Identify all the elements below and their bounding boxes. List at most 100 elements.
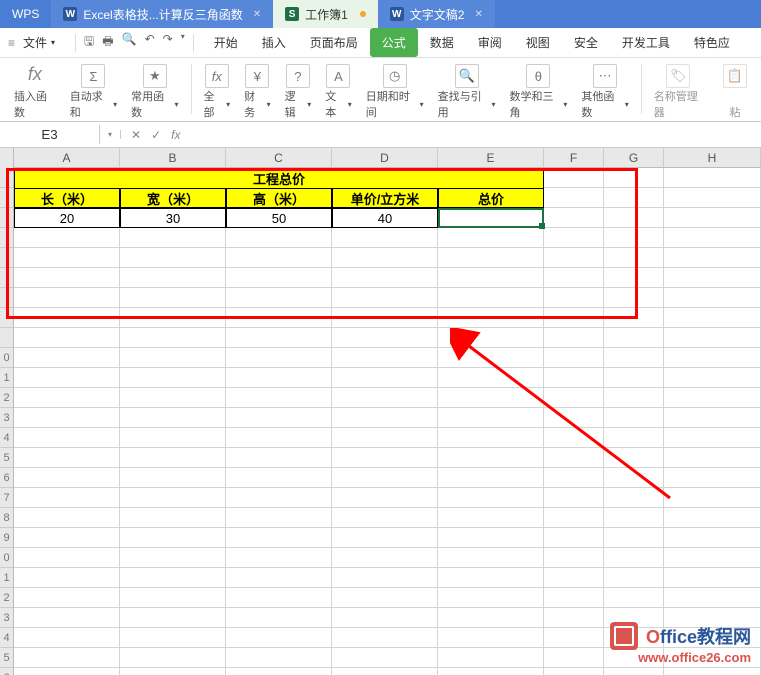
- cell[interactable]: [544, 468, 604, 488]
- cell[interactable]: [604, 508, 664, 528]
- cell[interactable]: [438, 528, 544, 548]
- cell[interactable]: [664, 488, 761, 508]
- menu-grid-icon[interactable]: ≡: [8, 36, 15, 50]
- cell[interactable]: [120, 328, 226, 348]
- cell[interactable]: [14, 568, 120, 588]
- cell[interactable]: [120, 568, 226, 588]
- cell[interactable]: [664, 588, 761, 608]
- cell[interactable]: [14, 348, 120, 368]
- cell[interactable]: [14, 528, 120, 548]
- cell[interactable]: [14, 248, 120, 268]
- cell[interactable]: [544, 648, 604, 668]
- cell[interactable]: [120, 248, 226, 268]
- cell[interactable]: [226, 388, 332, 408]
- row-header[interactable]: [0, 188, 13, 208]
- name-box-dropdown[interactable]: ▾: [100, 130, 121, 139]
- cell[interactable]: [438, 608, 544, 628]
- cell[interactable]: [120, 468, 226, 488]
- row-header[interactable]: [0, 268, 13, 288]
- column-header[interactable]: C: [226, 148, 332, 167]
- row-header[interactable]: [0, 228, 13, 248]
- cell[interactable]: [120, 668, 226, 675]
- ribbon-math-trig[interactable]: θ 数学和三角▾: [503, 64, 573, 120]
- cell[interactable]: [120, 308, 226, 328]
- ribbon-finance[interactable]: ¥ 财务▾: [238, 64, 277, 120]
- tab-excel-tutorial[interactable]: W Excel表格技...计算反三角函数 ✕: [51, 0, 273, 28]
- table-cell[interactable]: 30: [120, 208, 226, 228]
- cell[interactable]: [664, 168, 761, 188]
- cancel-icon[interactable]: ✕: [131, 128, 141, 142]
- cell[interactable]: [664, 268, 761, 288]
- cell[interactable]: [604, 308, 664, 328]
- cell[interactable]: [604, 268, 664, 288]
- ribbon-name-manager[interactable]: 🏷 名称管理器: [648, 64, 709, 120]
- cell[interactable]: [544, 568, 604, 588]
- table-title[interactable]: [438, 168, 544, 188]
- cell[interactable]: [664, 408, 761, 428]
- row-header[interactable]: [0, 288, 13, 308]
- cell[interactable]: [120, 548, 226, 568]
- cell[interactable]: [120, 628, 226, 648]
- cell[interactable]: [14, 288, 120, 308]
- tab-word-doc[interactable]: W 文字文稿2 ✕: [378, 0, 495, 28]
- cell[interactable]: [604, 368, 664, 388]
- row-header[interactable]: 5: [0, 448, 13, 468]
- preview-icon[interactable]: 🔍: [122, 32, 137, 53]
- cell[interactable]: [664, 228, 761, 248]
- cell[interactable]: [544, 588, 604, 608]
- cell[interactable]: [438, 508, 544, 528]
- cell[interactable]: [604, 168, 664, 188]
- file-menu[interactable]: 文件 ▾: [23, 34, 55, 51]
- cell[interactable]: [332, 308, 438, 328]
- ribbon-logic[interactable]: ? 逻辑▾: [279, 64, 318, 120]
- cell[interactable]: [14, 628, 120, 648]
- cell[interactable]: [664, 448, 761, 468]
- undo-icon[interactable]: ↶: [145, 32, 155, 53]
- cell[interactable]: [544, 488, 604, 508]
- cell[interactable]: [544, 188, 604, 208]
- cell[interactable]: [226, 348, 332, 368]
- cell[interactable]: [226, 528, 332, 548]
- cell[interactable]: [438, 648, 544, 668]
- table-title[interactable]: 工程总价: [226, 168, 332, 188]
- cell[interactable]: [438, 328, 544, 348]
- name-box[interactable]: [0, 125, 100, 144]
- cell[interactable]: [664, 528, 761, 548]
- tab-wps[interactable]: WPS: [0, 0, 51, 28]
- cell[interactable]: [664, 508, 761, 528]
- redo-icon[interactable]: ↷: [163, 32, 173, 53]
- row-header[interactable]: 9: [0, 528, 13, 548]
- row-header[interactable]: 1: [0, 568, 13, 588]
- cell[interactable]: [664, 288, 761, 308]
- cell[interactable]: [332, 468, 438, 488]
- cell[interactable]: [544, 208, 604, 228]
- cell[interactable]: [438, 568, 544, 588]
- table-title[interactable]: [120, 168, 226, 188]
- cell[interactable]: [438, 248, 544, 268]
- ribbon-datetime[interactable]: ◷ 日期和时间▾: [360, 64, 430, 120]
- cell[interactable]: [14, 408, 120, 428]
- cell[interactable]: [664, 328, 761, 348]
- row-header[interactable]: 6: [0, 468, 13, 488]
- row-header[interactable]: 5: [0, 648, 13, 668]
- cell[interactable]: [438, 408, 544, 428]
- fx-icon[interactable]: fx: [171, 128, 180, 142]
- column-header[interactable]: H: [664, 148, 761, 167]
- cell[interactable]: [14, 668, 120, 675]
- cell[interactable]: [604, 428, 664, 448]
- tab-insert[interactable]: 插入: [250, 28, 298, 57]
- row-header[interactable]: [0, 248, 13, 268]
- cell[interactable]: [14, 508, 120, 528]
- cell[interactable]: [226, 568, 332, 588]
- row-header[interactable]: 0: [0, 348, 13, 368]
- cell[interactable]: [604, 548, 664, 568]
- cell[interactable]: [664, 668, 761, 675]
- cell[interactable]: [438, 288, 544, 308]
- cell[interactable]: [604, 248, 664, 268]
- cell[interactable]: [604, 568, 664, 588]
- cell[interactable]: [332, 268, 438, 288]
- cell[interactable]: [544, 268, 604, 288]
- print-icon[interactable]: 🖶: [102, 32, 113, 53]
- cell[interactable]: [226, 508, 332, 528]
- table-title[interactable]: [332, 168, 438, 188]
